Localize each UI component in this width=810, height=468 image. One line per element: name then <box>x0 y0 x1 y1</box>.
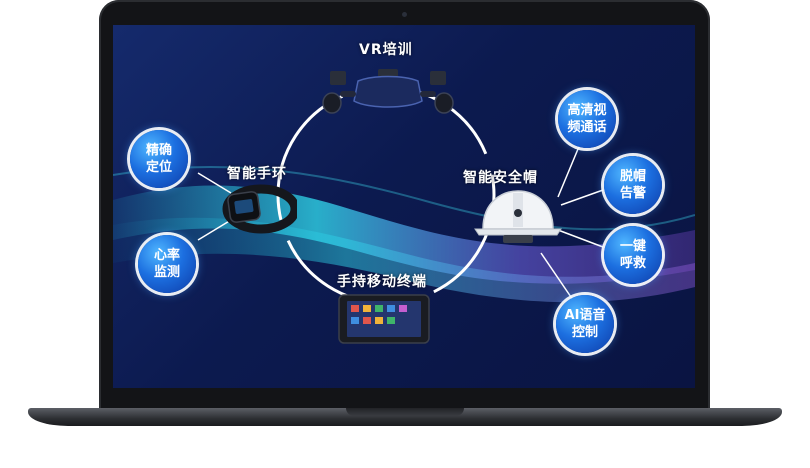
feature-line: 呼救 <box>619 256 646 271</box>
label-smart-wristband: 智能手环 <box>227 166 287 182</box>
label-smart-helmet: 智能安全帽 <box>463 170 538 186</box>
feature-ai-voice-control: AI语音 控制 <box>556 295 614 353</box>
vr-headset-image <box>322 69 454 114</box>
feature-line: 定位 <box>145 160 172 175</box>
connector-line <box>560 189 604 206</box>
handheld-terminal-image <box>338 294 430 344</box>
connector-line <box>557 229 604 248</box>
feature-line: 监测 <box>153 265 180 280</box>
feature-line: 一键 <box>619 239 646 254</box>
feature-heart-rate: 心率 监测 <box>138 235 196 293</box>
feature-line: 脱帽 <box>619 169 646 184</box>
feature-hd-video-call: 高清视 频通话 <box>558 90 616 148</box>
feature-precise-positioning: 精确 定位 <box>130 130 188 188</box>
feature-line: 高清视 <box>567 103 607 118</box>
feature-line: 心率 <box>153 248 180 263</box>
feature-line: AI语音 <box>564 308 606 323</box>
feature-line: 频通话 <box>567 120 607 135</box>
feature-line: 告警 <box>619 186 646 201</box>
feature-one-key-sos: 一键 呼救 <box>604 226 662 284</box>
feature-helmet-off-alarm: 脱帽 告警 <box>604 156 662 214</box>
label-handheld-terminal: 手持移动终端 <box>337 274 427 290</box>
smart-helmet-image <box>474 190 562 243</box>
feature-line: 控制 <box>571 325 598 340</box>
laptop-notch <box>346 408 464 416</box>
smart-wristband-image <box>222 184 297 234</box>
webcam <box>402 12 407 17</box>
label-vr-training: VR培训 <box>359 42 413 58</box>
feature-line: 精确 <box>145 143 172 158</box>
laptop-screen: VR培训 智能手环 智能安全帽 手持移动终端 精确 定位 心率 监测 高清视 频… <box>113 25 695 388</box>
